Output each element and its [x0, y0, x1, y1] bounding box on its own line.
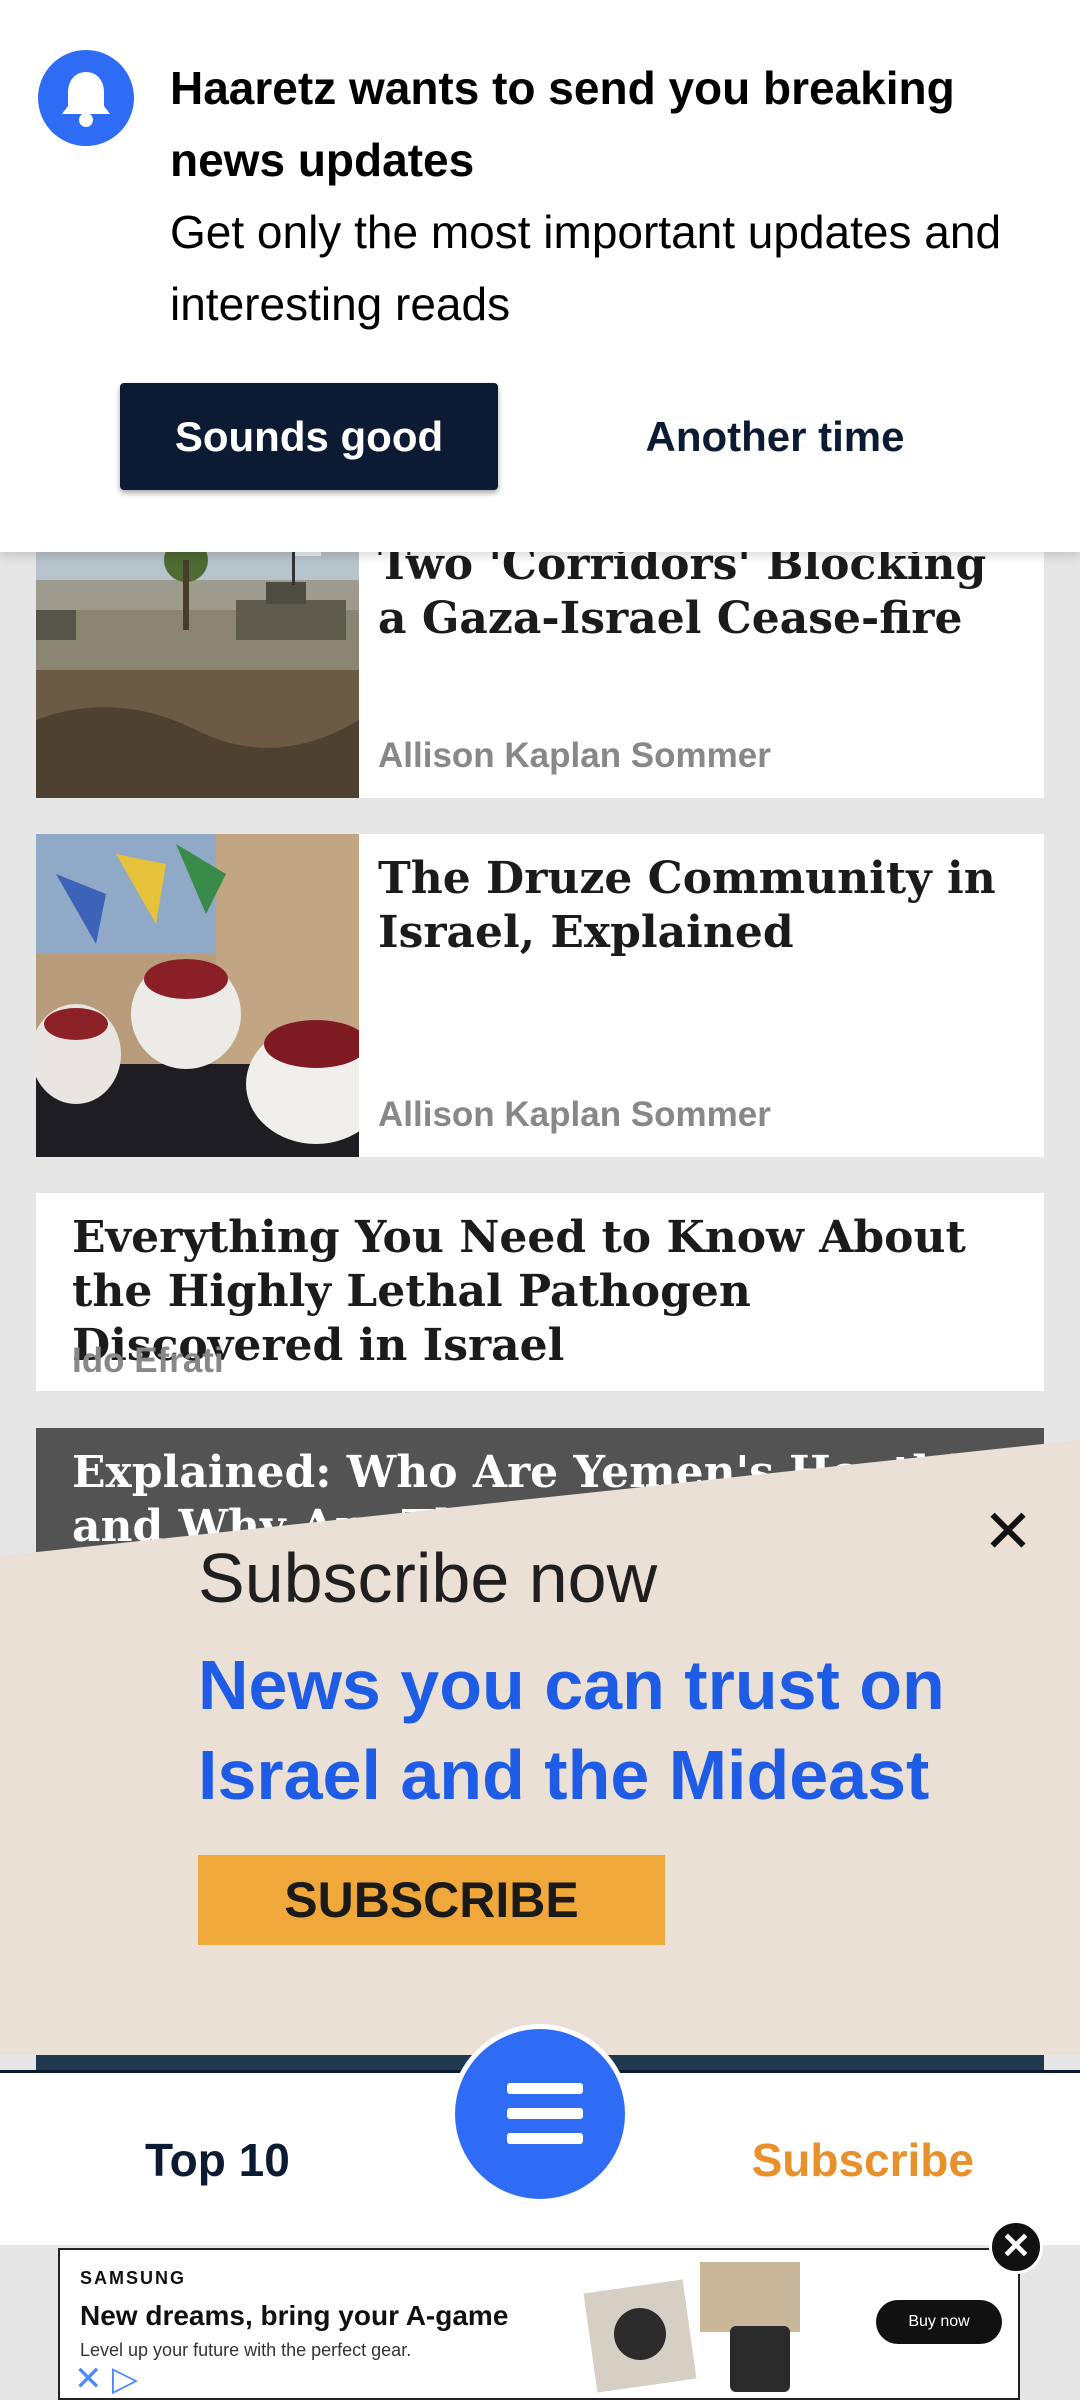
subscribe-heading: Subscribe now	[198, 1539, 658, 1617]
accept-button[interactable]: Sounds good	[120, 383, 498, 490]
article-card[interactable]: The Druze Community in Israel, Explained…	[36, 834, 1044, 1157]
subscribe-link[interactable]: Subscribe	[752, 2133, 974, 2187]
article-author[interactable]: Allison Kaplan Sommer	[378, 1095, 771, 1135]
ad-close-icon[interactable]: ✕	[989, 2220, 1043, 2274]
notification-prompt: Haaretz wants to send you breaking news …	[0, 0, 1080, 552]
notification-text: Get only the most important updates and …	[170, 206, 1002, 330]
article-title[interactable]: The Druze Community in Israel, Explained	[378, 852, 1024, 960]
article-image	[36, 520, 359, 798]
ad-subtext: Level up your future with the perfect ge…	[80, 2340, 412, 2360]
bell-icon	[38, 50, 134, 146]
article-image	[36, 834, 359, 1157]
ad-choices-icon[interactable]: ✕ ▷	[74, 2362, 138, 2396]
article-card[interactable]: Two 'Corridors' Blocking a Gaza-Israel C…	[36, 520, 1044, 798]
top10-link[interactable]: Top 10	[145, 2133, 290, 2187]
ad-headline: New dreams, bring your A-game	[80, 2300, 509, 2331]
article-card[interactable]: Everything You Need to Know About the Hi…	[36, 1193, 1044, 1391]
ad-product-image	[583, 2262, 800, 2393]
subscribe-button[interactable]: SUBSCRIBE	[198, 1855, 665, 1945]
hamburger-menu-icon[interactable]	[450, 2024, 630, 2204]
article-author[interactable]: Ido Efrati	[72, 1341, 224, 1381]
ad-buy-button[interactable]: Buy now	[876, 2300, 1002, 2344]
decline-button[interactable]: Another time	[600, 383, 950, 490]
ad-brand: SAMSUNG	[80, 2268, 187, 2288]
subscribe-tagline: News you can trust on Israel and the Mid…	[198, 1646, 945, 1814]
notification-title: Haaretz wants to send you breaking news …	[170, 62, 955, 186]
close-icon[interactable]: ✕	[978, 1502, 1038, 1562]
article-author[interactable]: Allison Kaplan Sommer	[378, 736, 771, 776]
article-title[interactable]: Two 'Corridors' Blocking a Gaza-Israel C…	[378, 538, 1024, 646]
ad-banner[interactable]: SAMSUNG New dreams, bring your A-game Le…	[58, 2248, 1020, 2400]
